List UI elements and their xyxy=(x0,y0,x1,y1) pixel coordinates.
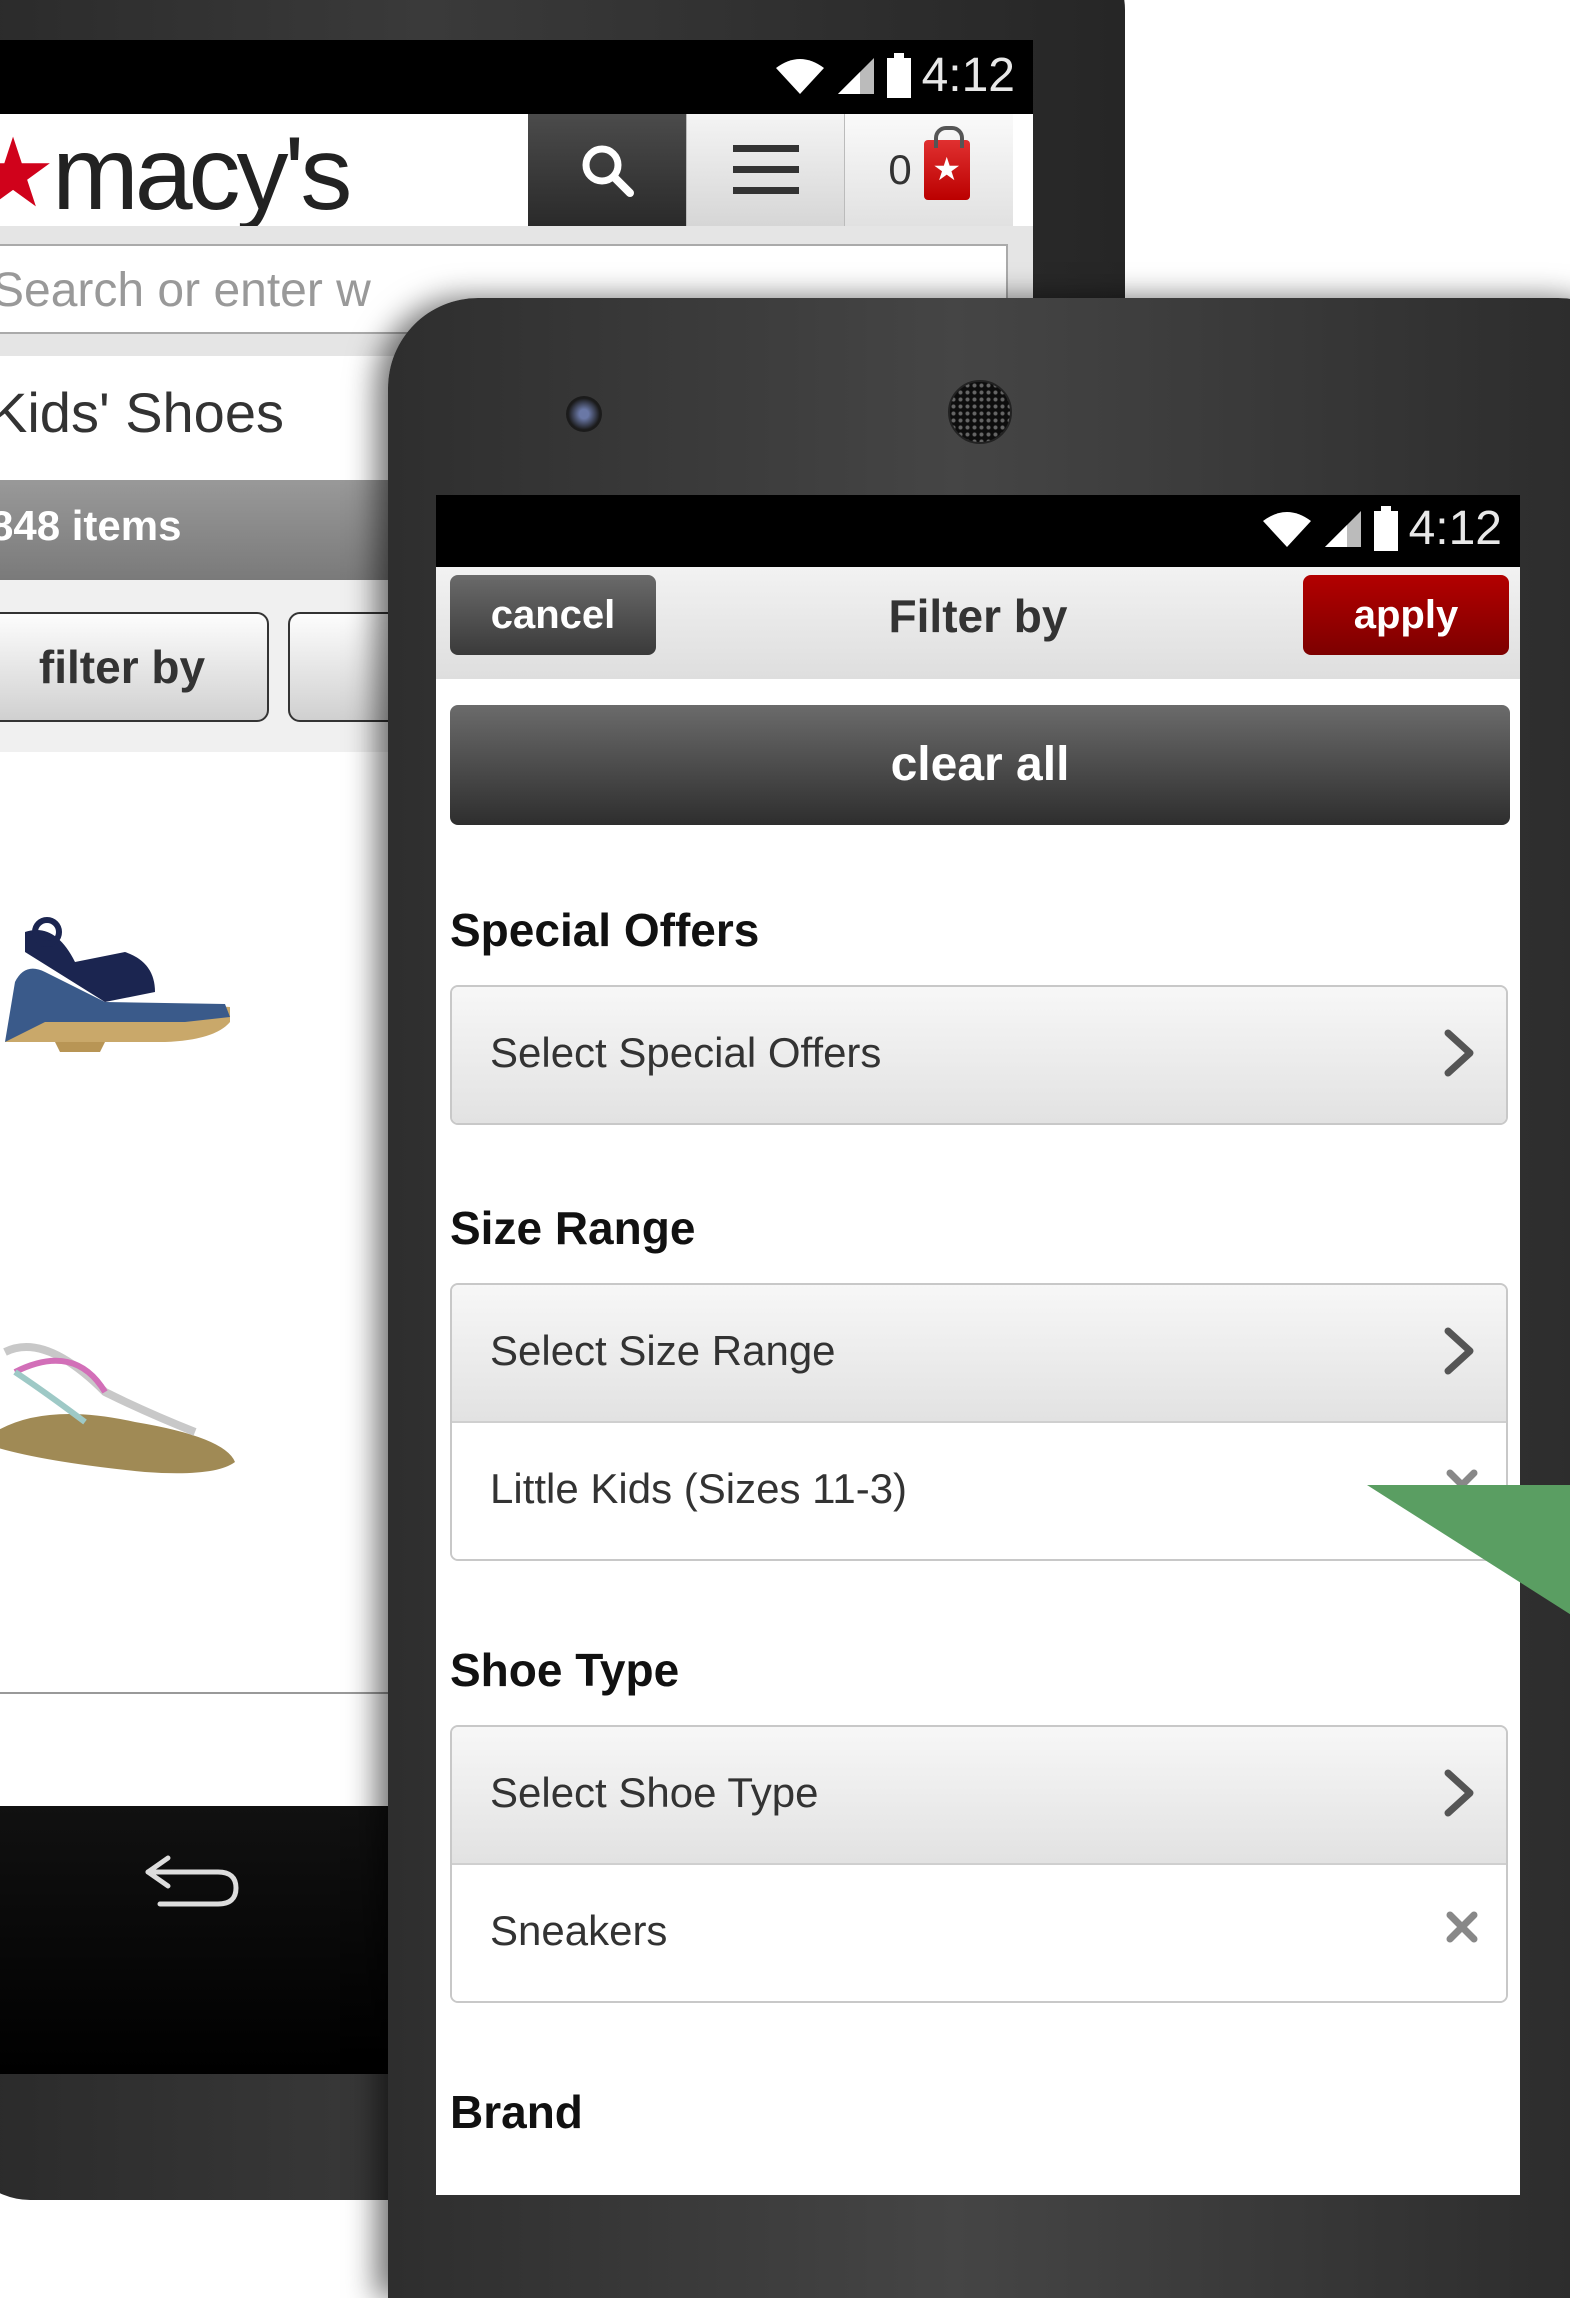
earpiece-speaker xyxy=(948,380,1012,444)
chevron-right-icon xyxy=(1444,1769,1474,1817)
product-image-wedge-sandal xyxy=(5,917,230,1052)
page-title: Kids' Shoes xyxy=(0,381,284,444)
front-phone: 4:12 cancel Filter by apply clear all Sp… xyxy=(388,298,1570,2298)
status-bar: 4:12 xyxy=(436,495,1520,567)
selected-shoe-type-text: Sneakers xyxy=(490,1907,668,1954)
green-pointer-arrow xyxy=(1367,1485,1570,1615)
front-camera xyxy=(566,396,602,432)
bag-count: 0 xyxy=(888,146,912,193)
app-header: ★ macy's 0 ★ xyxy=(0,114,1033,227)
apply-button[interactable]: apply xyxy=(1303,575,1509,655)
battery-icon xyxy=(886,52,911,98)
select-special-offers-row[interactable]: Select Special Offers xyxy=(452,987,1506,1123)
wifi-icon xyxy=(1262,511,1311,547)
selected-shoe-type-row: Sneakers xyxy=(452,1865,1506,2001)
select-shoe-type-text: Select Shoe Type xyxy=(490,1769,819,1816)
star-icon: ★ xyxy=(0,120,57,227)
special-offers-select: Select Special Offers xyxy=(450,985,1508,1125)
shopping-bag-icon: ★ xyxy=(923,126,970,200)
menu-button[interactable] xyxy=(686,114,845,226)
select-shoe-type-row[interactable]: Select Shoe Type xyxy=(452,1727,1506,1865)
signal-icon xyxy=(1324,510,1361,547)
chevron-right-icon xyxy=(1444,1327,1474,1375)
signal-icon xyxy=(837,57,874,94)
filter-by-button[interactable]: filter by xyxy=(0,612,269,722)
selected-size-range-text: Little Kids (Sizes 11-3) xyxy=(490,1465,908,1512)
brand-label: Brand xyxy=(450,2086,583,2138)
items-count: 848 items xyxy=(0,502,182,549)
selected-size-range-row: Little Kids (Sizes 11-3) xyxy=(452,1423,1506,1559)
chevron-right-icon xyxy=(1444,1029,1474,1077)
wifi-icon xyxy=(775,58,824,94)
logo-text: macy's xyxy=(52,116,352,232)
filter-screen: 4:12 cancel Filter by apply clear all Sp… xyxy=(436,495,1520,2195)
battery-icon xyxy=(1373,505,1398,551)
product-image-thong-sandal xyxy=(0,1343,235,1474)
shoe-type-select: Select Shoe Type Sneakers xyxy=(450,1725,1508,2003)
clear-all-button[interactable]: clear all xyxy=(450,705,1510,825)
status-time: 4:12 xyxy=(921,49,1015,102)
search-icon xyxy=(582,145,634,197)
select-size-range-text: Select Size Range xyxy=(490,1327,836,1374)
search-button[interactable] xyxy=(528,114,686,226)
size-range-label: Size Range xyxy=(450,1202,696,1254)
shopping-bag-button[interactable]: 0 ★ xyxy=(844,114,1013,226)
hamburger-menu-icon xyxy=(733,145,799,194)
status-time: 4:12 xyxy=(1408,502,1502,555)
back-arrow-icon[interactable] xyxy=(140,1850,240,1910)
shoe-type-label: Shoe Type xyxy=(450,1644,680,1696)
size-range-select: Select Size Range Little Kids (Sizes 11-… xyxy=(450,1283,1508,1561)
special-offers-label: Special Offers xyxy=(450,904,760,956)
select-special-offers-text: Select Special Offers xyxy=(490,1029,882,1076)
remove-x-icon[interactable] xyxy=(1444,1909,1480,1945)
macys-logo[interactable]: ★ macy's xyxy=(0,116,352,232)
select-size-range-row[interactable]: Select Size Range xyxy=(452,1285,1506,1423)
filter-header: cancel Filter by apply xyxy=(436,567,1520,679)
status-bar: 4:12 xyxy=(0,40,1033,114)
